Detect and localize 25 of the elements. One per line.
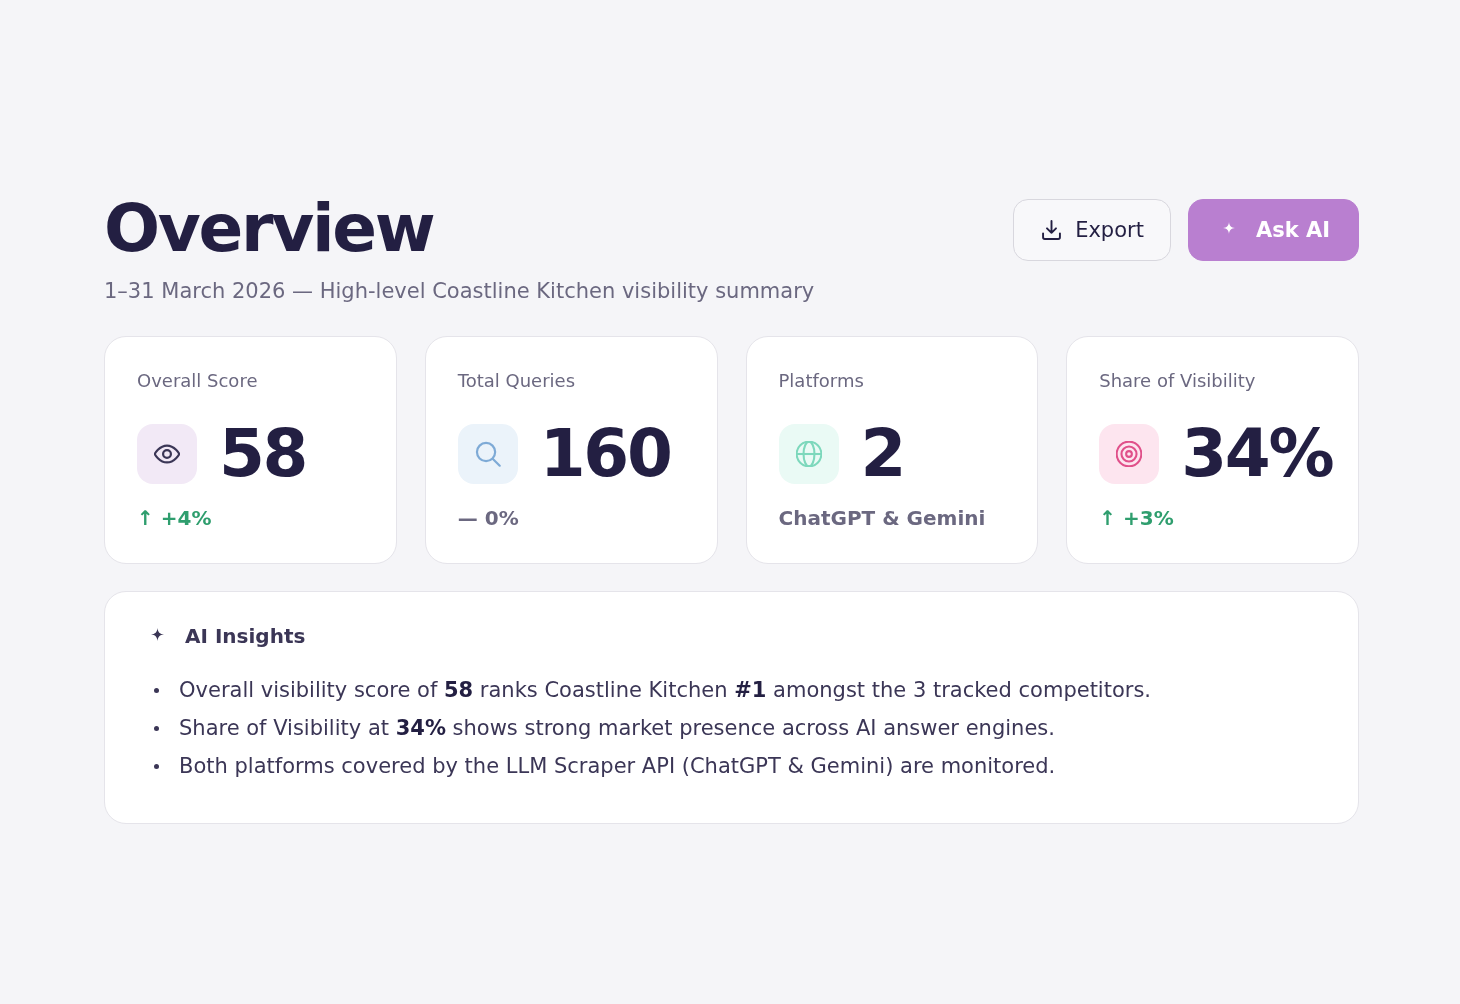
change-indicator: — 0% [457, 505, 519, 531]
change-indicator: ↑ +4% [137, 505, 212, 531]
export-button[interactable]: Export [1013, 199, 1171, 261]
bullet-icon [154, 687, 159, 693]
sparkle-icon [151, 627, 164, 641]
metric-label: Overall Score [137, 369, 258, 392]
bullet-icon [154, 763, 159, 769]
metric-value: 34% [1181, 423, 1333, 485]
page-subtitle: 1–31 March 2026 — High-level Coastline Kitchen visibility summary [104, 278, 815, 305]
insight-text: Both platforms covered by the LLM Scraper API (ChatGPT & Gemini) are monitored. [179, 753, 1056, 780]
metric-label: Platforms [778, 369, 864, 392]
page-title: Overview [104, 193, 434, 265]
metric-note: ChatGPT & Gemini [778, 505, 986, 531]
metric-label: Total Queries [457, 369, 575, 392]
insights-title: AI Insights [185, 623, 306, 649]
metric-value: 2 [860, 423, 905, 485]
download-icon [1042, 220, 1062, 240]
metric-label: Share of Visibility [1099, 369, 1256, 392]
insight-text: Overall visibility score of 58 ranks Coastline Kitchen #1 amongst the 3 tracked competitors. [179, 677, 1152, 704]
metric-value: 58 [219, 423, 307, 485]
bullet-icon [154, 725, 159, 731]
insight-text: Share of Visibility at 34% shows strong market presence across AI answer engines. [179, 715, 1055, 742]
sparkle-icon [1222, 222, 1235, 234]
change-indicator: ↑ +3% [1099, 505, 1174, 531]
metric-value: 160 [539, 423, 671, 485]
